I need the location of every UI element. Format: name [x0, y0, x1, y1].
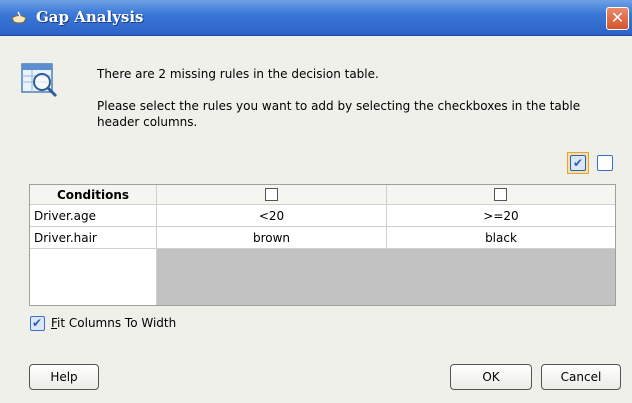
rule-1-hair-value[interactable]: brown — [157, 227, 387, 249]
table-magnifier-icon — [21, 63, 58, 98]
empty-table-area — [157, 249, 615, 305]
conditions-header: Conditions — [30, 185, 157, 205]
select-none-checkbox[interactable] — [597, 155, 613, 171]
checkmark-icon: ✔ — [573, 156, 584, 170]
rule-1-checkbox[interactable] — [265, 188, 278, 201]
window-title: Gap Analysis — [36, 8, 144, 26]
teacup-icon — [11, 11, 27, 24]
condition-label-hair: Driver.hair — [30, 227, 157, 249]
fit-columns-label[interactable]: Fit Columns To Width — [51, 316, 176, 331]
help-button[interactable]: Help — [29, 364, 99, 390]
decision-table: Conditions Driver.age <20 >=20 Driver.ha… — [29, 184, 616, 306]
cancel-button[interactable]: Cancel — [541, 364, 621, 390]
fit-columns-checkbox[interactable]: ✔ — [30, 316, 45, 331]
close-button[interactable]: ✕ — [606, 7, 629, 30]
title-bar: Gap Analysis ✕ — [0, 0, 632, 36]
rule-2-checkbox[interactable] — [494, 188, 507, 201]
rule-2-age-value[interactable]: >=20 — [387, 205, 615, 227]
missing-rules-message: There are 2 missing rules in the decisio… — [97, 67, 379, 81]
empty-label-area — [30, 249, 157, 305]
select-all-checkbox[interactable]: ✔ — [570, 155, 586, 171]
rule-2-hair-value[interactable]: black — [387, 227, 615, 249]
checkmark-icon: ✔ — [32, 316, 43, 330]
instruction-message: Please select the rules you want to add … — [97, 99, 581, 129]
ok-button[interactable]: OK — [450, 364, 532, 390]
rule-1-age-value[interactable]: <20 — [157, 205, 387, 227]
fit-columns-label-text: it Columns To Width — [57, 316, 177, 330]
condition-label-age: Driver.age — [30, 205, 157, 227]
rule-1-header — [157, 185, 387, 205]
rule-2-header — [387, 185, 615, 205]
